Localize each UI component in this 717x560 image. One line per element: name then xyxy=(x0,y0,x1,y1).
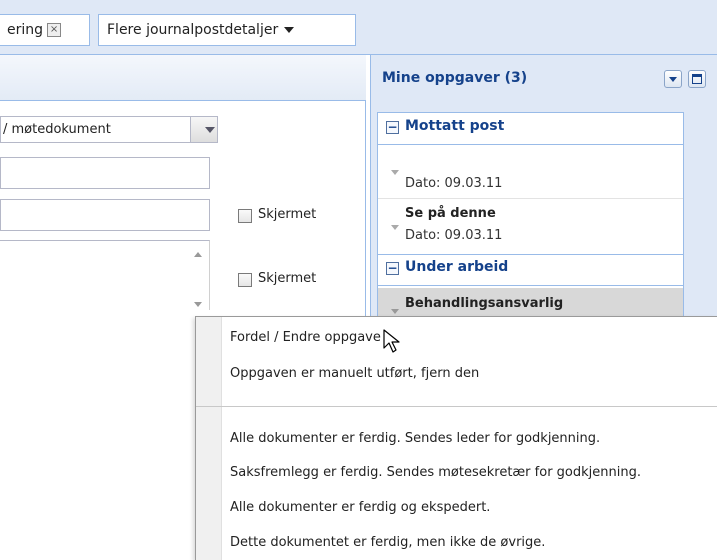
skjermet-checkbox-2[interactable] xyxy=(238,273,252,287)
menu-item-manuelt-utfort[interactable]: Oppgaven er manuelt utført, fjern den xyxy=(230,366,479,381)
skjermet-checkbox-1[interactable] xyxy=(238,209,252,223)
chevron-down-icon xyxy=(205,127,215,133)
document-type-dropdown-button[interactable] xyxy=(190,117,217,142)
collapse-group-icon[interactable]: − xyxy=(386,121,399,134)
menu-item-send-motesekretaer[interactable]: Saksfremlegg er ferdig. Sendes møtesekre… xyxy=(230,465,641,480)
maximize-tool-button[interactable] xyxy=(688,70,706,88)
collapse-group-icon[interactable]: − xyxy=(386,262,399,275)
tab-registrering[interactable]: ering × xyxy=(0,14,90,46)
tasks-panel-title: Mine oppgaver (3) xyxy=(382,70,528,86)
text-field-1[interactable] xyxy=(0,157,210,189)
collapse-tool-button[interactable] xyxy=(664,70,682,88)
scroll-down-icon[interactable] xyxy=(194,302,202,307)
group-title-mottatt-post: Mottatt post xyxy=(405,118,505,134)
chevron-down-icon xyxy=(284,27,295,33)
menu-item-dokument-ferdig[interactable]: Dette dokumentet er ferdig, men ikke de … xyxy=(230,535,545,550)
menu-separator xyxy=(196,406,717,407)
close-icon[interactable]: × xyxy=(47,23,62,37)
task-title[interactable]: Se på denne xyxy=(405,206,496,221)
task-menu-arrow-icon[interactable] xyxy=(391,309,399,314)
chevron-down-icon xyxy=(669,77,677,82)
scroll-up-icon[interactable] xyxy=(194,252,202,257)
menu-item-ferdig-ekspedert[interactable]: Alle dokumenter er ferdig og ekspedert. xyxy=(230,500,490,515)
tab-more-details-dropdown[interactable]: Flere journalpostdetaljer xyxy=(98,14,356,46)
task-date: Dato: 09.03.11 xyxy=(405,176,503,191)
tab-more-details-label: Flere journalpostdetaljer xyxy=(107,22,279,38)
task-divider xyxy=(378,198,683,199)
context-menu-gutter xyxy=(196,317,222,560)
task-menu-arrow-icon[interactable] xyxy=(391,225,399,230)
window-icon xyxy=(692,74,702,84)
tab-registrering-label: ering xyxy=(7,22,44,38)
document-type-select[interactable]: / møtedokument xyxy=(0,116,218,143)
task-menu-arrow-icon[interactable] xyxy=(391,170,399,175)
task-title[interactable]: Behandlingsansvarlig xyxy=(405,296,563,311)
menu-item-fordel-endre-oppgave[interactable]: Fordel / Endre oppgave xyxy=(230,330,381,345)
document-type-value: / møtedokument xyxy=(3,122,111,137)
mouse-cursor-icon xyxy=(383,329,400,353)
text-field-2[interactable] xyxy=(0,199,210,231)
task-date: Dato: 09.03.11 xyxy=(405,228,503,243)
skjermet-label-2: Skjermet xyxy=(258,271,317,286)
text-area[interactable] xyxy=(0,240,210,310)
group-title-under-arbeid: Under arbeid xyxy=(405,259,509,275)
menu-item-send-leder[interactable]: Alle dokumenter er ferdig. Sendes leder … xyxy=(230,431,600,446)
form-panel-header xyxy=(0,55,366,101)
skjermet-label-1: Skjermet xyxy=(258,207,317,222)
